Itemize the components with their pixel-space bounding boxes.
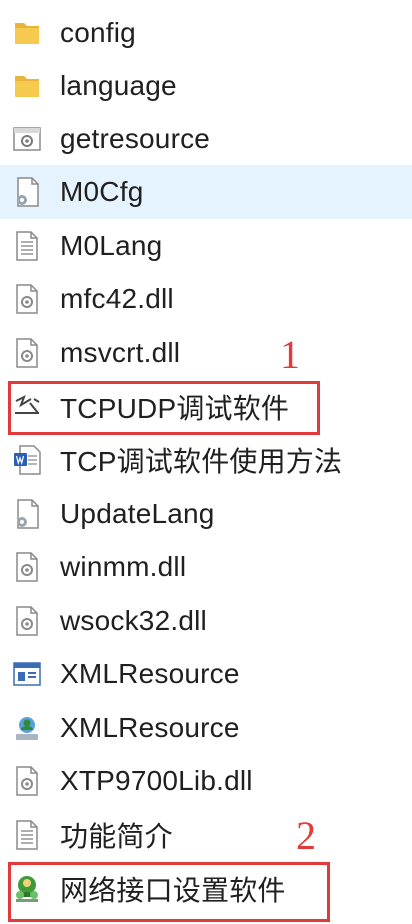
dll-file-icon <box>12 551 42 583</box>
dll-file-icon <box>12 283 42 315</box>
settings-file-icon <box>12 176 42 208</box>
file-name: config <box>60 17 136 48</box>
text-file-icon <box>12 230 42 262</box>
dll-file-icon <box>12 765 42 797</box>
settings-file-icon <box>12 498 42 530</box>
annotation-highlight-box <box>8 862 330 922</box>
file-name: XMLResource <box>60 712 240 743</box>
annotation-highlight-box <box>8 381 320 435</box>
file-name: M0Lang <box>60 230 163 261</box>
text-file-icon <box>12 819 42 851</box>
file-name: language <box>60 70 177 101</box>
file-item[interactable]: config <box>0 6 412 60</box>
file-item[interactable]: winmm.dll <box>0 540 412 594</box>
file-item[interactable]: UpdateLang <box>0 487 412 541</box>
file-name: XTP9700Lib.dll <box>60 765 253 796</box>
dll-file-icon <box>12 605 42 637</box>
window-app-icon <box>12 658 42 690</box>
config-file-icon <box>12 123 42 155</box>
file-item[interactable]: XTP9700Lib.dll <box>0 754 412 808</box>
file-item[interactable]: language <box>0 59 412 113</box>
file-item[interactable]: XMLResource <box>0 647 412 701</box>
file-name: UpdateLang <box>60 498 215 529</box>
file-name: wsock32.dll <box>60 605 207 636</box>
file-name: getresource <box>60 123 211 154</box>
file-item[interactable]: XMLResource <box>0 701 412 755</box>
file-item[interactable]: 功能简介 <box>0 808 412 862</box>
file-name: M0Cfg <box>60 176 144 207</box>
file-item[interactable]: wsock32.dll <box>0 594 412 648</box>
file-item[interactable]: mfc42.dll <box>0 272 412 326</box>
file-item[interactable]: getresource <box>0 112 412 166</box>
dll-file-icon <box>12 337 42 369</box>
file-list: config language getresource M0Cfg M0Lang mfc4… <box>0 0 412 924</box>
annotation-number: 2 <box>296 813 316 858</box>
file-item[interactable]: TCP调试软件使用方法 <box>0 433 412 487</box>
file-name: mfc42.dll <box>60 283 174 314</box>
network-app-icon <box>12 712 42 744</box>
folder-icon <box>12 17 42 49</box>
file-name: TCP调试软件使用方法 <box>60 446 343 477</box>
file-name: winmm.dll <box>60 551 187 582</box>
file-name: 功能简介 <box>60 821 173 852</box>
file-name: XMLResource <box>60 658 240 689</box>
folder-icon <box>12 70 42 102</box>
file-item[interactable]: M0Cfg <box>0 165 412 219</box>
annotation-number: 1 <box>280 332 300 377</box>
word-document-icon <box>12 444 42 476</box>
file-item[interactable]: msvcrt.dll <box>0 326 412 380</box>
file-item[interactable]: M0Lang <box>0 219 412 273</box>
file-name: msvcrt.dll <box>60 337 181 368</box>
